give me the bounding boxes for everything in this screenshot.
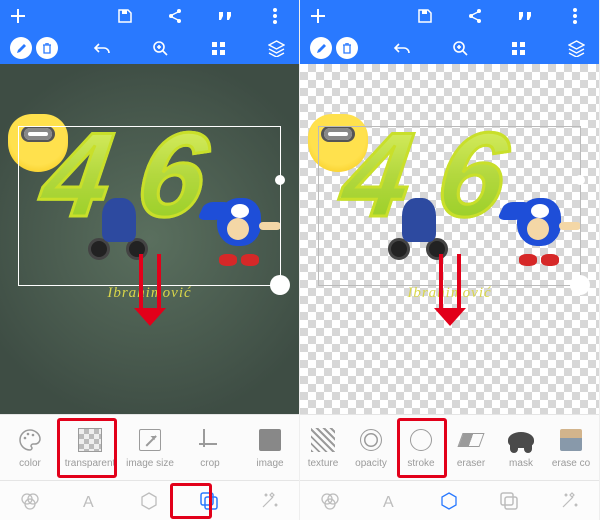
more-icon[interactable] xyxy=(561,2,589,30)
tool-opacity[interactable]: opacity xyxy=(346,415,396,480)
tab-text[interactable]: A xyxy=(73,486,107,516)
tab-magic[interactable] xyxy=(552,486,586,516)
share-icon[interactable] xyxy=(461,2,489,30)
delete-mode-icon[interactable] xyxy=(336,37,358,59)
tool-label: transparent xyxy=(65,458,116,469)
hatch-icon xyxy=(309,426,337,454)
tool-image[interactable]: image xyxy=(240,415,299,480)
tool-mask[interactable]: mask xyxy=(496,415,546,480)
undo-icon[interactable] xyxy=(88,34,116,62)
tool-image-size[interactable]: image size xyxy=(120,415,180,480)
tab-shape[interactable] xyxy=(132,486,166,516)
image-icon xyxy=(256,426,284,454)
svg-text:A: A xyxy=(83,494,94,510)
tool-strip: texture opacity stroke eraser mask erase… xyxy=(300,414,599,480)
palette-icon xyxy=(16,426,44,454)
more-icon[interactable] xyxy=(261,2,289,30)
tool-label: opacity xyxy=(355,458,387,469)
tab-layers[interactable] xyxy=(192,486,226,516)
tool-transparent[interactable]: transparent xyxy=(60,415,120,480)
save-icon[interactable] xyxy=(111,2,139,30)
canvas[interactable]: 46 Ibrahimović xyxy=(0,64,299,414)
quote-icon[interactable] xyxy=(211,2,239,30)
add-icon[interactable] xyxy=(304,2,332,30)
tool-label: image xyxy=(256,458,283,469)
circle-icon xyxy=(407,426,435,454)
zoom-icon[interactable] xyxy=(446,34,474,62)
tab-strip: A xyxy=(300,480,599,520)
save-icon[interactable] xyxy=(411,2,439,30)
tool-color[interactable]: color xyxy=(0,415,60,480)
tool-label: mask xyxy=(509,458,533,469)
zoom-icon[interactable] xyxy=(146,34,174,62)
grid-icon[interactable] xyxy=(204,34,232,62)
undo-icon[interactable] xyxy=(388,34,416,62)
tab-filters[interactable] xyxy=(313,486,347,516)
checker-icon xyxy=(76,426,104,454)
app-toolbar xyxy=(300,0,599,64)
screenshot-right: 46 Ibrahimović texture opacity strok xyxy=(300,0,600,520)
tool-label: image size xyxy=(126,458,174,469)
app-toolbar xyxy=(0,0,299,64)
tool-stroke[interactable]: stroke xyxy=(396,415,446,480)
tool-label: eraser xyxy=(457,458,485,469)
svg-text:A: A xyxy=(383,494,394,510)
tool-texture[interactable]: texture xyxy=(300,415,346,480)
crop-icon xyxy=(196,426,224,454)
resize-icon xyxy=(136,426,164,454)
layers-icon[interactable] xyxy=(262,34,290,62)
tab-text[interactable]: A xyxy=(373,486,407,516)
edit-mode-icon[interactable] xyxy=(310,37,332,59)
tab-layers[interactable] xyxy=(492,486,526,516)
tab-magic[interactable] xyxy=(252,486,286,516)
annotation-arrow xyxy=(434,254,466,326)
canvas[interactable]: 46 Ibrahimović xyxy=(300,64,599,414)
screenshot-left: 46 Ibrahimović color transparent ima xyxy=(0,0,300,520)
tool-crop[interactable]: crop xyxy=(180,415,240,480)
eraser-icon xyxy=(457,426,485,454)
mask-icon xyxy=(507,426,535,454)
add-icon[interactable] xyxy=(4,2,32,30)
tool-label: stroke xyxy=(407,458,434,469)
share-icon[interactable] xyxy=(161,2,189,30)
tool-label: crop xyxy=(200,458,219,469)
tool-eraser[interactable]: eraser xyxy=(446,415,496,480)
quote-icon[interactable] xyxy=(511,2,539,30)
tool-label: texture xyxy=(308,458,339,469)
tool-erase-color[interactable]: erase co xyxy=(546,415,596,480)
edit-mode-icon[interactable] xyxy=(10,37,32,59)
tool-label: erase co xyxy=(552,458,590,469)
opacity-icon xyxy=(357,426,385,454)
tool-strip: color transparent image size crop image … xyxy=(0,414,299,480)
tab-filters[interactable] xyxy=(13,486,47,516)
annotation-arrow xyxy=(134,254,166,326)
delete-mode-icon[interactable] xyxy=(36,37,58,59)
layers-icon[interactable] xyxy=(562,34,590,62)
tab-strip: A xyxy=(0,480,299,520)
tool-label: color xyxy=(19,458,41,469)
grid-icon[interactable] xyxy=(504,34,532,62)
tab-shape[interactable] xyxy=(432,486,466,516)
portrait-icon xyxy=(557,426,585,454)
